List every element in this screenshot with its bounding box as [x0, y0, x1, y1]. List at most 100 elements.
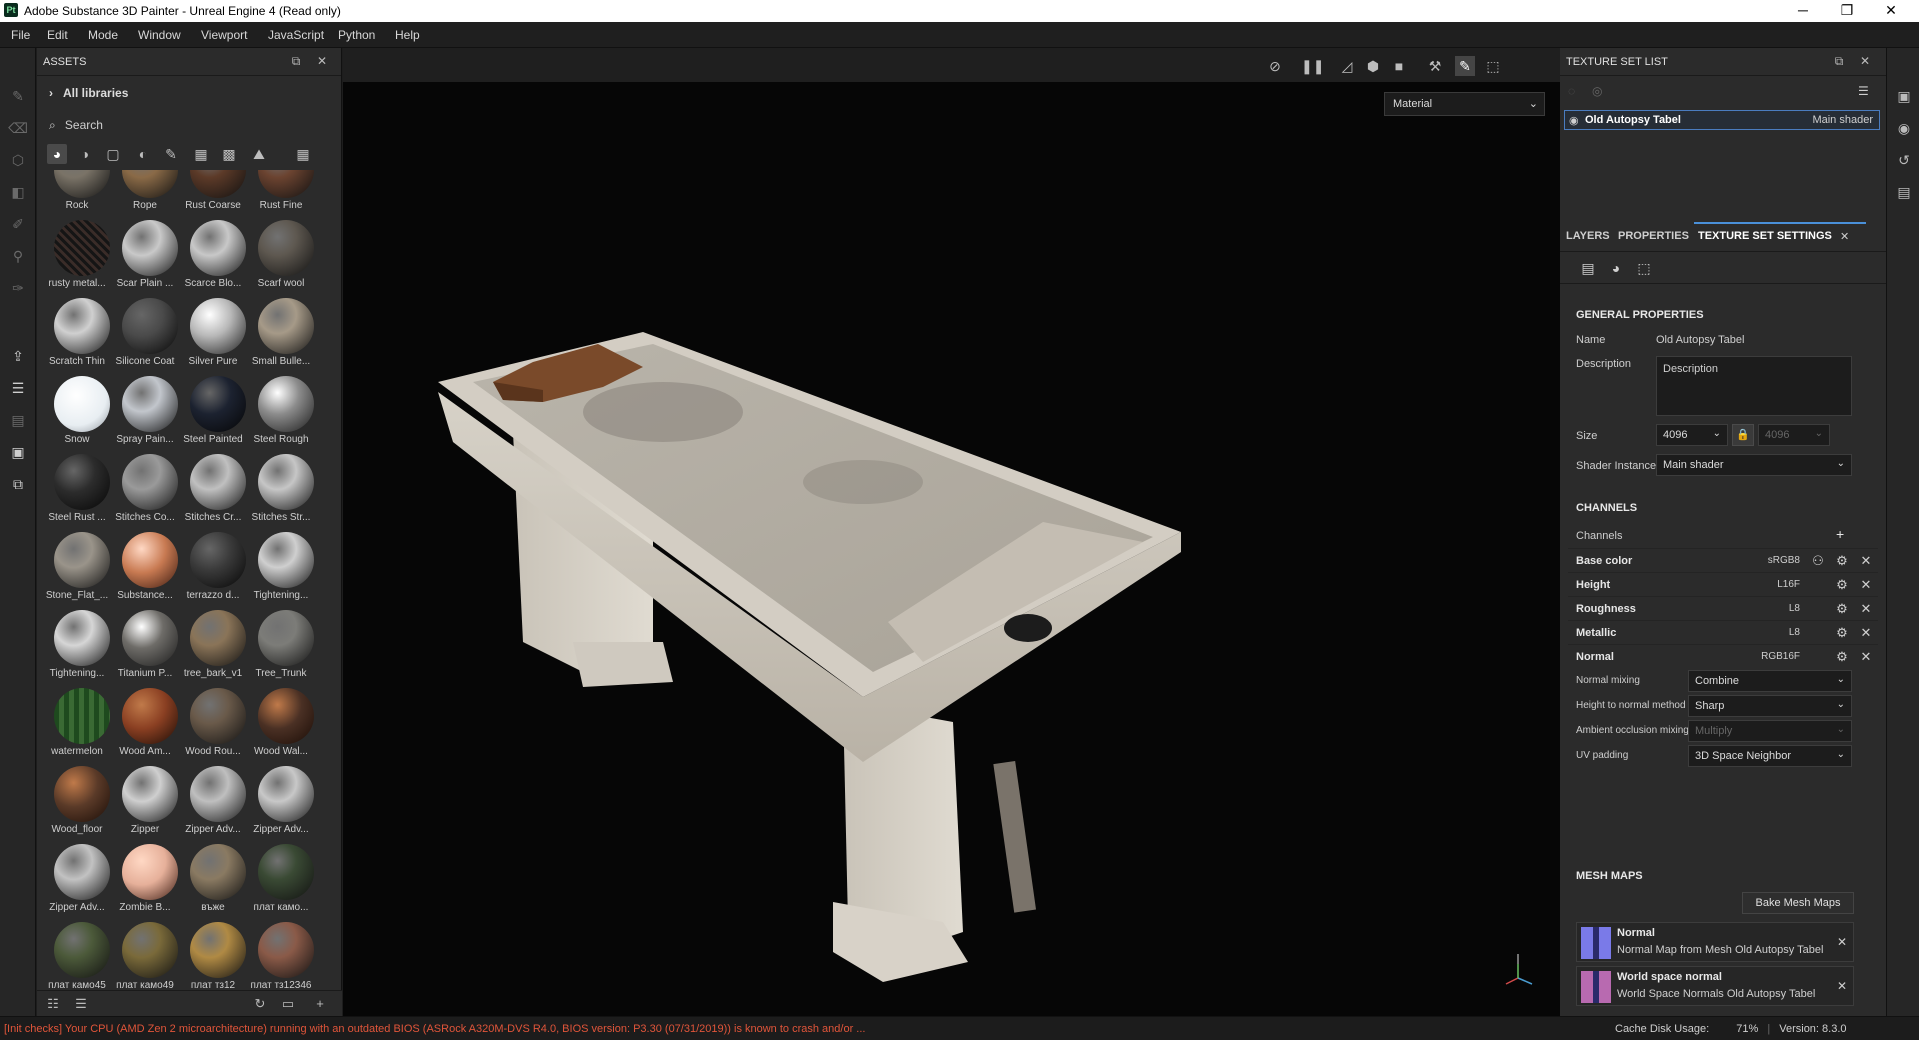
asset-item[interactable]: Zombie B... [111, 838, 179, 916]
close-tab-icon[interactable]: ✕ [1840, 230, 1849, 243]
channel-format[interactable]: RGB16F [1761, 651, 1800, 662]
export-icon[interactable]: ⇪ [8, 346, 28, 366]
remove-channel-icon[interactable]: ✕ [1858, 601, 1874, 617]
asset-item[interactable]: Rope [111, 170, 179, 214]
uv-icon[interactable]: ⬚ [1634, 258, 1654, 278]
mixing-dropdown[interactable]: 3D Space Neighbor ⌄ [1688, 745, 1852, 767]
name-value[interactable]: Old Autopsy Tabel [1656, 334, 1744, 346]
refresh-icon[interactable]: ↻ [252, 996, 268, 1012]
asset-item[interactable]: плат камо49 [111, 916, 179, 994]
menu-javascript[interactable]: JavaScript [268, 28, 324, 42]
gear-icon[interactable]: ⚙ [1834, 601, 1850, 617]
channel-row[interactable]: Metallic L8 ⚙ ✕ [1568, 620, 1878, 644]
remove-map-icon[interactable]: ✕ [1837, 979, 1847, 993]
asset-item[interactable]: Zipper Adv... [43, 838, 111, 916]
asset-item[interactable]: Rust Coarse [179, 170, 247, 214]
material-ball-icon[interactable]: ◕ [1606, 258, 1626, 278]
remove-channel-icon[interactable]: ✕ [1858, 649, 1874, 665]
grids-filter-icon[interactable]: ▩ [219, 144, 239, 164]
remove-map-icon[interactable]: ✕ [1837, 935, 1847, 949]
remove-channel-icon[interactable]: ✕ [1858, 625, 1874, 641]
asset-item[interactable]: Snow [43, 370, 111, 448]
asset-item[interactable]: Tightening... [247, 526, 315, 604]
menu-edit[interactable]: Edit [47, 28, 68, 42]
bake-mesh-maps-button[interactable]: Bake Mesh Maps [1742, 892, 1854, 914]
channel-row[interactable]: Roughness L8 ⚙ ✕ [1568, 596, 1878, 620]
tab-properties[interactable]: PROPERTIES [1618, 230, 1689, 242]
asset-item[interactable]: watermelon [43, 682, 111, 760]
masks-filter-icon[interactable]: ▢ [103, 144, 123, 164]
menu-python[interactable]: Python [338, 28, 375, 42]
asset-item[interactable]: Scratch Thin [43, 292, 111, 370]
asset-item[interactable]: Zipper [111, 760, 179, 838]
plugins-icon[interactable]: ⧉ [8, 474, 28, 494]
viewport[interactable]: ⊘ ❚❚ ◿ ⬢ ■ ⚒ ✎ ⬚ [343, 48, 1560, 1016]
status-message[interactable]: [Init checks] Your CPU (AMD Zen 2 microa… [4, 1023, 865, 1035]
visibility-eye-icon[interactable]: ◉ [1569, 114, 1579, 127]
filter-list-icon[interactable]: ☰ [73, 996, 89, 1012]
channel-format[interactable]: L8 [1789, 627, 1800, 638]
channel-row[interactable]: Normal RGB16F ⚙ ✕ [1568, 644, 1878, 668]
asset-item[interactable]: Rock [43, 170, 111, 214]
search-input[interactable]: ⌕ Search [49, 118, 329, 136]
asset-item[interactable]: Wood_floor [43, 760, 111, 838]
close-window-button[interactable]: ✕ [1869, 0, 1913, 22]
asset-item[interactable]: Steel Rust ... [43, 448, 111, 526]
asset-item[interactable]: плат камо45 [43, 916, 111, 994]
eraser-icon[interactable]: ⌫ [8, 118, 28, 138]
mixing-dropdown[interactable]: Sharp ⌄ [1688, 695, 1852, 717]
asset-item[interactable]: Zipper Adv... [179, 760, 247, 838]
bake-icon[interactable]: ☰ [8, 378, 28, 398]
all-libraries[interactable]: › All libraries [49, 86, 128, 100]
tab-layers[interactable]: LAYERS [1566, 230, 1610, 242]
asset-item[interactable]: Tightening... [43, 604, 111, 682]
gear-icon[interactable]: ⚙ [1834, 577, 1850, 593]
hide-all-icon[interactable]: ◌ [1568, 84, 1575, 98]
add-icon[interactable]: + [312, 996, 328, 1012]
asset-item[interactable]: Stitches Co... [111, 448, 179, 526]
undock-icon[interactable]: ⧉ [289, 54, 303, 68]
menu-mode[interactable]: Mode [88, 28, 118, 42]
close-panel-icon[interactable]: ✕ [1858, 54, 1872, 68]
asset-item[interactable]: Scarf wool [247, 214, 315, 292]
color-picker-icon[interactable]: ✑ [8, 278, 28, 298]
menu-icon[interactable]: ☰ [1858, 84, 1869, 98]
paint-brush-icon[interactable]: ✎ [8, 86, 28, 106]
asset-item[interactable]: Stitches Cr... [179, 448, 247, 526]
lock-icon[interactable]: 🔒 [1732, 424, 1754, 446]
history-icon[interactable]: ↺ [1894, 150, 1914, 170]
shader-dropdown[interactable]: Main shader ⌄ [1656, 454, 1852, 476]
close-panel-icon[interactable]: ✕ [315, 54, 329, 68]
view-2d-icon[interactable]: ◿ [1337, 56, 1357, 76]
smudge-icon[interactable]: ✐ [8, 214, 28, 234]
settings-sheet-icon[interactable]: ▤ [1578, 258, 1598, 278]
undock-icon[interactable]: ⧉ [1832, 54, 1846, 68]
channel-row[interactable]: Base color sRGB8 ⚇ ⚙ ✕ [1568, 548, 1878, 572]
asset-item[interactable]: Rust Fine [247, 170, 315, 214]
size-dropdown[interactable]: 4096 ⌄ [1656, 424, 1728, 446]
asset-item[interactable]: Substance... [111, 526, 179, 604]
asset-item[interactable]: въже [179, 838, 247, 916]
gear-icon[interactable]: ⚙ [1834, 553, 1850, 569]
asset-item[interactable]: Zipper Adv... [247, 760, 315, 838]
environment-filter-icon[interactable]: ⛰ [249, 144, 269, 164]
asset-item[interactable]: rusty metal... [43, 214, 111, 292]
polygon-fill-icon[interactable]: ◧ [8, 182, 28, 202]
asset-item[interactable]: Stone_Flat_... [43, 526, 111, 604]
menu-window[interactable]: Window [138, 28, 181, 42]
pause-icon[interactable]: ❚❚ [1301, 56, 1324, 76]
view-3d-icon[interactable]: ⬢ [1363, 56, 1383, 76]
asset-item[interactable]: Wood Am... [111, 682, 179, 760]
minimize-button[interactable]: ─ [1781, 0, 1825, 22]
menu-help[interactable]: Help [395, 28, 420, 42]
texture-set-icon[interactable]: ▣ [1894, 86, 1914, 106]
asset-item[interactable]: Spray Pain... [111, 370, 179, 448]
asset-item[interactable]: terrazzo d... [179, 526, 247, 604]
hide-icon[interactable]: ⊘ [1265, 56, 1285, 76]
filters-filter-icon[interactable]: ◐ [133, 144, 153, 164]
asset-item[interactable]: Scar Plain ... [111, 214, 179, 292]
asset-item[interactable]: Scarce Blo... [179, 214, 247, 292]
symmetry-icon[interactable]: ⚒ [1425, 56, 1445, 76]
log-icon[interactable]: ▤ [1894, 182, 1914, 202]
description-field[interactable]: Description [1656, 356, 1852, 416]
